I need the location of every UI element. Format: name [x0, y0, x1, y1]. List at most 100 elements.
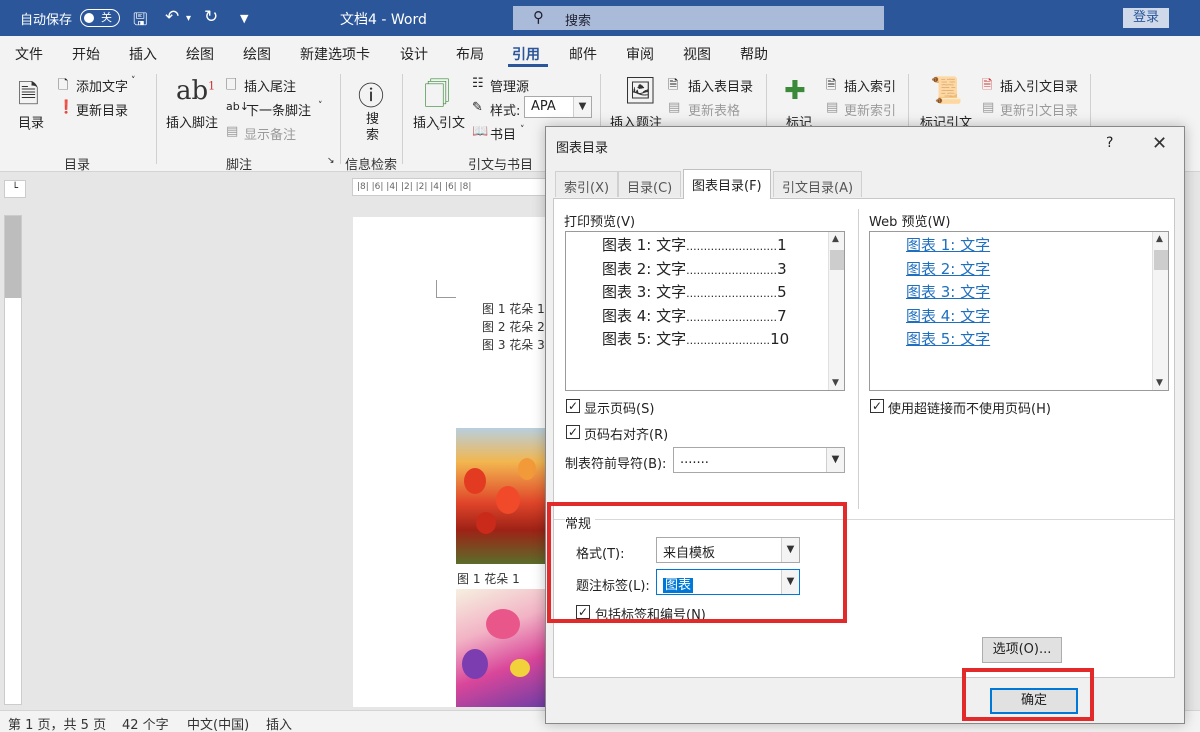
page-count[interactable]: 第 1 页，共 5 页: [8, 714, 106, 732]
update-index-button[interactable]: 更新索引: [844, 100, 896, 119]
manage-sources-button[interactable]: 管理源: [490, 76, 529, 95]
close-icon[interactable]: ✕: [1152, 133, 1167, 154]
research-search-button[interactable]: 搜索: [366, 112, 380, 144]
show-page-numbers-checkbox[interactable]: ✓: [566, 399, 580, 413]
vertical-ruler[interactable]: [4, 215, 22, 705]
caption-label-select[interactable]: 图表 ▼: [656, 569, 800, 595]
insert-footnote-button[interactable]: 插入脚注: [166, 112, 218, 131]
flower-image-2[interactable]: [456, 589, 546, 707]
tab-design[interactable]: 设计: [400, 44, 428, 64]
tab-leader-select[interactable]: ....... ▼: [673, 447, 845, 473]
scroll-down-icon[interactable]: ▼: [832, 378, 839, 388]
insert-caption-icon: 🖼: [624, 76, 658, 106]
tab-mailings[interactable]: 邮件: [569, 44, 597, 64]
scrollbar[interactable]: ▲ ▼: [828, 232, 844, 390]
insert-index-button[interactable]: 插入索引: [844, 76, 896, 95]
tab-index[interactable]: 索引(X): [555, 171, 619, 197]
right-align-checkbox[interactable]: ✓: [566, 425, 580, 439]
language-indicator[interactable]: 中文(中国): [187, 714, 249, 732]
tab-help[interactable]: 帮助: [740, 44, 768, 64]
chevron-down-icon[interactable]: ▾: [186, 13, 191, 24]
search-box[interactable]: ⚲ 搜索: [513, 6, 884, 30]
web-preview-box[interactable]: 图表 1: 文字 图表 2: 文字 图表 3: 文字 图表 4: 文字 图表 5: 文字…: [869, 231, 1169, 391]
add-text-button[interactable]: 添加文字: [76, 76, 128, 95]
help-button[interactable]: ?: [1106, 135, 1113, 151]
tab-table-of-figures[interactable]: 图表目录(F): [683, 169, 771, 199]
entry-label: 图表 5: 文字: [602, 330, 687, 348]
login-button[interactable]: 登录: [1123, 8, 1169, 28]
chevron-down-icon: ▼: [781, 538, 799, 562]
bibliography-button[interactable]: 书目: [490, 124, 516, 143]
format-select[interactable]: 来自模板 ▼: [656, 537, 800, 563]
margin-mark: [436, 280, 456, 298]
insert-table-of-figures-button[interactable]: 插入表目录: [688, 76, 753, 95]
web-preview-link[interactable]: 图表 5: 文字: [906, 328, 990, 349]
ruler-margin: [5, 216, 21, 298]
include-label-checkbox[interactable]: ✓: [576, 605, 590, 619]
tab-toc[interactable]: 目录(C): [618, 171, 682, 197]
scroll-thumb[interactable]: [1154, 250, 1168, 270]
scroll-up-icon[interactable]: ▲: [1156, 234, 1163, 244]
entry-leader: ..........................: [686, 310, 778, 324]
next-footnote-button[interactable]: 下一条脚注: [246, 100, 311, 119]
tab-draw-2[interactable]: 绘图: [243, 44, 271, 64]
chevron-down-icon: ˅: [27, 128, 32, 138]
scroll-up-icon[interactable]: ▲: [832, 234, 839, 244]
print-preview-box[interactable]: 图表 1: 文字..........................1 图表 2:…: [565, 231, 845, 391]
tab-table-of-authorities[interactable]: 引文目录(A): [773, 171, 863, 197]
customize-toolbar-icon[interactable]: ▼: [240, 12, 248, 25]
format-value: 来自模板: [663, 546, 716, 561]
flower-petal: [464, 468, 486, 494]
document-title: 文档4 - Word: [340, 12, 427, 28]
undo-icon[interactable]: ↶: [165, 7, 179, 27]
update-toa-button[interactable]: 更新引文目录: [1000, 100, 1078, 119]
show-notes-icon: ▤: [226, 124, 239, 139]
insert-toa-button[interactable]: 插入引文目录: [1000, 76, 1078, 95]
web-preview-link[interactable]: 图表 3: 文字: [906, 281, 990, 302]
tab-selector[interactable]: └: [4, 180, 26, 198]
mark-entry-icon: ✚: [784, 76, 806, 106]
redo-icon[interactable]: ↻: [204, 7, 218, 27]
tab-review[interactable]: 审阅: [626, 44, 654, 64]
tab-new-tab[interactable]: 新建选项卡: [300, 44, 370, 64]
ok-button[interactable]: 确定: [990, 688, 1078, 714]
group-label-citations: 引文与书目: [468, 158, 534, 173]
panel-divider: [858, 209, 859, 509]
tab-file[interactable]: 文件: [15, 44, 43, 64]
web-preview-link[interactable]: 图表 4: 文字: [906, 305, 990, 326]
web-preview-link[interactable]: 图表 1: 文字: [906, 234, 990, 255]
tab-references[interactable]: 引用: [512, 44, 540, 64]
flower-image-1[interactable]: [456, 428, 546, 564]
tab-insert[interactable]: 插入: [129, 44, 157, 64]
scroll-thumb[interactable]: [830, 250, 844, 270]
print-preview-entry: 图表 4: 文字..........................7: [602, 305, 787, 326]
toggle-knob: [84, 13, 94, 23]
add-text-icon: 🗋: [58, 78, 69, 93]
horizontal-ruler[interactable]: |8| |6| |4| |2| |2| |4| |6| |8|: [352, 178, 552, 196]
insert-endnote-button[interactable]: 插入尾注: [244, 76, 296, 95]
options-button[interactable]: 选项(O)...: [982, 637, 1062, 663]
citation-style-select[interactable]: APA ▼: [524, 96, 592, 118]
bibliography-icon: 📖: [472, 124, 489, 139]
show-notes-button[interactable]: 显示备注: [244, 124, 296, 143]
web-preview-link[interactable]: 图表 2: 文字: [906, 258, 990, 279]
update-toc-icon: ❗: [58, 100, 75, 115]
toc-entry: 图 2 花朵 2.: [482, 320, 549, 334]
tab-layout[interactable]: 布局: [456, 44, 484, 64]
update-table-button[interactable]: 更新表格: [688, 100, 740, 119]
title-bar: 自动保存 关 🖫 ↶ ▾ ↻ ▼ 文档4 - Word ⚲ 搜索 登录: [0, 0, 1200, 36]
word-count[interactable]: 42 个字: [122, 714, 169, 732]
scroll-down-icon[interactable]: ▼: [1156, 378, 1163, 388]
update-toc-button[interactable]: 更新目录: [76, 100, 128, 119]
insert-mode[interactable]: 插入: [266, 714, 292, 732]
group-label-toc: 目录: [64, 158, 91, 173]
autosave-toggle[interactable]: 关: [80, 9, 120, 27]
tab-view[interactable]: 视图: [683, 44, 711, 64]
tab-draw[interactable]: 绘图: [186, 44, 214, 64]
insert-footnote-icon: ab1: [176, 76, 216, 106]
dialog-launcher-icon[interactable]: ↘: [327, 156, 335, 166]
tab-home[interactable]: 开始: [72, 44, 100, 64]
save-icon[interactable]: 🖫: [133, 7, 147, 36]
use-hyperlinks-checkbox[interactable]: ✓: [870, 399, 884, 413]
scrollbar[interactable]: ▲ ▼: [1152, 232, 1168, 390]
